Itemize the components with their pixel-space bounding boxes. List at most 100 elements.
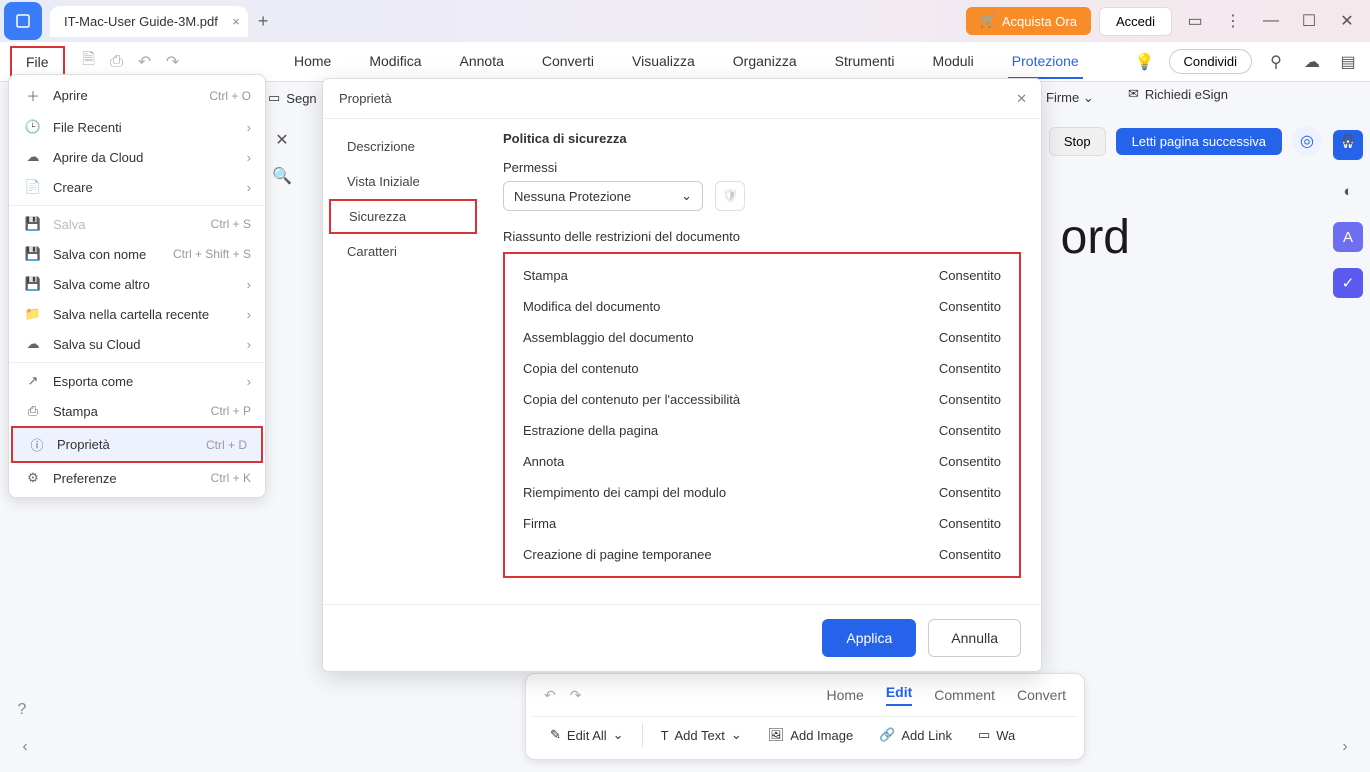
more-icon[interactable]: ⋮ [1218, 6, 1248, 36]
close-icon[interactable]: × [232, 14, 240, 29]
cloud-icon[interactable]: ☁ [1300, 50, 1324, 74]
add-link-button[interactable]: 🔗Add Link [871, 723, 960, 747]
tab-converti[interactable]: Converti [538, 45, 598, 79]
sliders-icon[interactable]: ⚙ [1336, 128, 1360, 152]
sidebar-item-caratteri[interactable]: Caratteri [323, 234, 483, 269]
table-row: Assemblaggio del documentoConsentito [505, 322, 1019, 353]
file-menu-preferenze[interactable]: ⚙PreferenzeCtrl + K [9, 463, 265, 493]
file-menu-salva-cartella[interactable]: 📁Salva nella cartella recente› [9, 299, 265, 329]
stop-button[interactable]: Stop [1049, 127, 1106, 156]
file-menu-stampa[interactable]: ⎙StampaCtrl + P [9, 396, 265, 426]
sidebar-item-vista[interactable]: Vista Iniziale [323, 164, 483, 199]
search-icon[interactable]: 🔍 [270, 164, 294, 188]
save-icon[interactable]: 🗎 [75, 48, 103, 76]
tab-visualizza[interactable]: Visualizza [628, 45, 699, 79]
tab-moduli[interactable]: Moduli [929, 45, 978, 79]
chevron-right-icon: › [247, 120, 251, 135]
a-icon[interactable]: A [1333, 222, 1363, 252]
chevron-down-icon: ⌄ [613, 727, 624, 743]
permission-select[interactable]: Nessuna Protezione ⌄ [503, 181, 703, 211]
file-menu-proprieta[interactable]: ⓘProprietàCtrl + D [11, 426, 263, 463]
minimize-icon[interactable]: — [1256, 6, 1286, 36]
chat-icon[interactable]: ▭ [1180, 6, 1210, 36]
check-icon[interactable]: ✓ [1333, 268, 1363, 298]
undo-icon[interactable]: ↶ [544, 687, 556, 704]
add-text-button[interactable]: TAdd Text ⌄ [653, 723, 750, 747]
redo-icon[interactable]: ↷ [159, 48, 187, 76]
segn-item[interactable]: ▭ Segn [268, 90, 317, 106]
table-row: Riempimento dei campi del moduloConsenti… [505, 477, 1019, 508]
read-next-button[interactable]: Letti pagina successiva [1116, 128, 1282, 155]
tab-strumenti[interactable]: Strumenti [831, 45, 899, 79]
perm-label: Permessi [503, 160, 1021, 175]
bulb-icon[interactable]: 💡 [1133, 50, 1157, 74]
new-tab-button[interactable]: + [258, 11, 269, 32]
cart-icon: 🛒 [980, 13, 996, 29]
file-menu-aprire[interactable]: ＋AprireCtrl + O [9, 79, 265, 112]
file-plus-icon: 📄 [23, 179, 43, 195]
document-tab[interactable]: IT-Mac-User Guide-3M.pdf × [50, 6, 248, 37]
tab-home[interactable]: Home [290, 45, 335, 79]
tab-organizza[interactable]: Organizza [729, 45, 801, 79]
sidebar-item-sicurezza[interactable]: Sicurezza [329, 199, 477, 234]
text-icon: T [661, 728, 669, 743]
menu-tabs: Home Modifica Annota Converti Visualizza… [290, 45, 1083, 79]
left-rail: ? [10, 698, 34, 722]
edit-all-button[interactable]: ✎Edit All ⌄ [542, 723, 632, 747]
sidebar-item-descrizione[interactable]: Descrizione [323, 129, 483, 164]
share-icon[interactable]: ⚲ [1264, 50, 1288, 74]
apply-button[interactable]: Applica [822, 619, 916, 657]
bb-tab-convert[interactable]: Convert [1017, 687, 1066, 703]
chevron-down-icon: ⌄ [1079, 90, 1094, 105]
dialog-header: Proprietà ✕ [323, 79, 1041, 119]
chevron-right-icon: › [247, 277, 251, 292]
tab-protezione[interactable]: Protezione [1008, 45, 1083, 79]
bb-tab-home[interactable]: Home [826, 687, 863, 703]
file-menu-salva-altro[interactable]: 💾Salva come altro› [9, 269, 265, 299]
page-prev-icon[interactable]: ‹ [12, 734, 38, 760]
save-icon: 💾 [23, 216, 43, 232]
plus-icon: ＋ [23, 86, 43, 105]
menu-icon[interactable]: ▤ [1336, 50, 1360, 74]
cancel-button[interactable]: Annulla [928, 619, 1021, 657]
chevron-down-icon: ⌄ [731, 727, 742, 743]
export-icon: ↗ [23, 373, 43, 389]
close-window-icon[interactable]: ✕ [1332, 6, 1362, 36]
perm-value: Nessuna Protezione [514, 189, 631, 204]
pencil-icon: ✎ [550, 727, 561, 743]
file-menu-esporta[interactable]: ↗Esporta come› [9, 366, 265, 396]
add-image-button[interactable]: 🖼Add Image [760, 723, 861, 747]
bb-tab-comment[interactable]: Comment [934, 687, 995, 703]
buy-button[interactable]: 🛒 Acquista Ora [966, 7, 1091, 35]
target-icon[interactable]: ◎ [1292, 126, 1322, 156]
login-button[interactable]: Accedi [1099, 7, 1172, 36]
request-esign[interactable]: ✉ Richiedi eSign [1128, 86, 1228, 102]
tab-modifica[interactable]: Modifica [365, 45, 425, 79]
redo-icon[interactable]: ↷ [570, 687, 582, 704]
file-menu-cloud[interactable]: ☁Aprire da Cloud› [9, 142, 265, 172]
share-button[interactable]: Condividi [1169, 49, 1252, 74]
chevron-right-icon: › [247, 337, 251, 352]
undo-icon[interactable]: ↶ [131, 48, 159, 76]
folder-icon: 📁 [23, 306, 43, 322]
file-menu-recenti[interactable]: 🕒File Recenti› [9, 112, 265, 142]
file-menu-salva-nome[interactable]: 💾Salva con nomeCtrl + Shift + S [9, 239, 265, 269]
file-menu-salva-cloud[interactable]: ☁Salva su Cloud› [9, 329, 265, 359]
dialog-close-icon[interactable]: ✕ [1016, 91, 1027, 107]
firme-dropdown[interactable]: Firme ⌄ [1046, 90, 1094, 106]
print-icon[interactable]: ⎙ [103, 48, 131, 76]
app-logo [4, 2, 42, 40]
help-icon[interactable]: ? [10, 698, 34, 722]
watermark-button[interactable]: ▭Wa [970, 723, 1023, 747]
segn-icon: ▭ [268, 90, 280, 106]
shield-icon[interactable]: 🛡 [715, 181, 745, 211]
tab-annota[interactable]: Annota [456, 45, 508, 79]
ai-icon[interactable]: ◐ [1333, 176, 1363, 206]
maximize-icon[interactable]: ☐ [1294, 6, 1324, 36]
page-next-icon[interactable]: › [1332, 734, 1358, 760]
bb-tab-edit[interactable]: Edit [886, 684, 912, 706]
file-menu-creare[interactable]: 📄Creare› [9, 172, 265, 202]
dialog-content: Politica di sicurezza Permessi Nessuna P… [483, 119, 1041, 604]
file-menu-button[interactable]: File [10, 46, 65, 78]
close-panel-icon[interactable]: ✕ [270, 128, 294, 152]
